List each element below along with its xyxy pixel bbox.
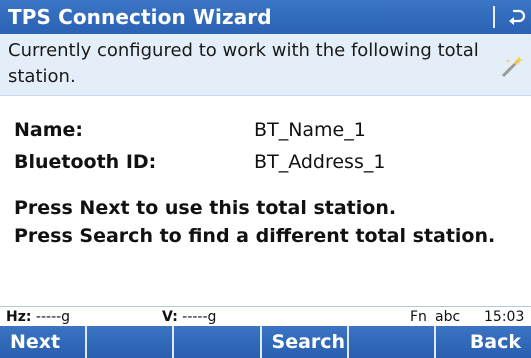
softkey-f2[interactable] bbox=[87, 326, 175, 358]
fn-indicator: Fn bbox=[410, 309, 427, 325]
back-button[interactable]: Back bbox=[436, 326, 531, 358]
bluetooth-id-value: BT_Address_1 bbox=[254, 151, 386, 173]
search-button[interactable]: Search bbox=[262, 326, 349, 358]
clock: 15:03 bbox=[484, 309, 525, 325]
return-arrow-icon[interactable] bbox=[503, 2, 531, 32]
hz-readout: Hz: -----g bbox=[6, 309, 70, 325]
title-divider bbox=[493, 6, 495, 28]
v-value: -----g bbox=[182, 309, 217, 325]
window-title: TPS Connection Wizard bbox=[8, 5, 272, 29]
input-mode-indicator: abc bbox=[435, 309, 461, 325]
hz-label: Hz: bbox=[6, 309, 32, 325]
softkey-f3[interactable] bbox=[174, 326, 262, 358]
next-button[interactable]: Next bbox=[0, 326, 88, 358]
magic-wand-icon bbox=[499, 54, 525, 80]
hz-value: -----g bbox=[35, 309, 71, 325]
instruction-next: Press Next to use this total station. bbox=[14, 197, 397, 219]
v-readout: V: -----g bbox=[162, 309, 216, 325]
status-bar: Hz: -----g V: -----g Fn abc 15:03 bbox=[0, 306, 531, 326]
softkey-f5[interactable] bbox=[349, 326, 436, 358]
bluetooth-id-row: Bluetooth ID: BT_Address_1 bbox=[14, 151, 385, 173]
name-label: Name: bbox=[14, 119, 84, 141]
name-row: Name: BT_Name_1 bbox=[14, 119, 366, 141]
info-message: Currently configured to work with the fo… bbox=[8, 40, 479, 87]
info-banner: Currently configured to work with the fo… bbox=[0, 34, 531, 96]
softkey-bar: Next Search Back bbox=[0, 326, 531, 358]
bluetooth-id-label: Bluetooth ID: bbox=[14, 151, 157, 173]
instruction-search: Press Search to find a different total s… bbox=[14, 225, 496, 247]
title-bar: TPS Connection Wizard bbox=[0, 0, 531, 34]
v-label: V: bbox=[162, 309, 178, 325]
name-value: BT_Name_1 bbox=[254, 119, 366, 141]
instructions: Press Next to use this total station. Pr… bbox=[14, 194, 514, 250]
